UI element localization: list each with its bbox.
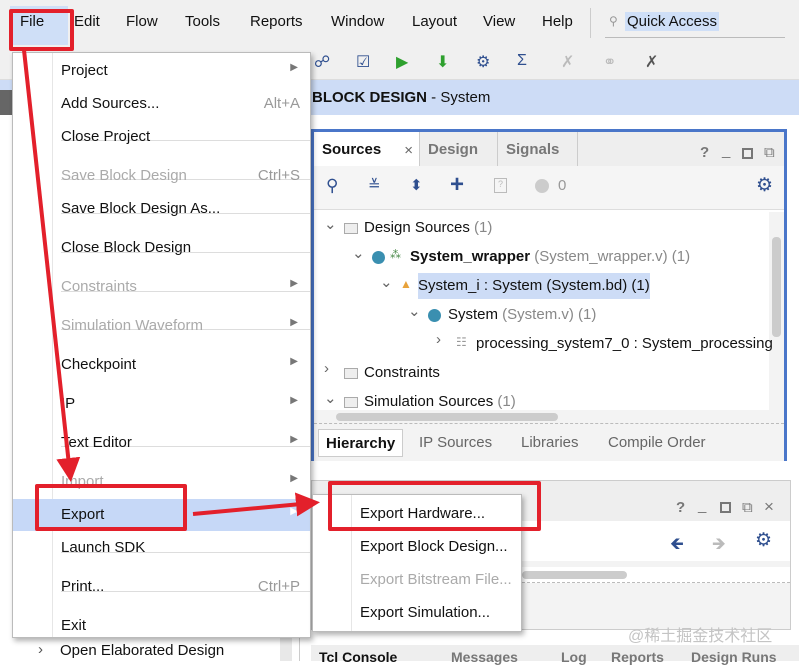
- run-icon[interactable]: ▶: [396, 52, 408, 72]
- checkbox-icon[interactable]: ☑: [356, 52, 370, 72]
- binoculars-icon[interactable]: ☍: [314, 52, 330, 72]
- sigma-icon[interactable]: Σ: [517, 52, 527, 70]
- annotation-arrow: [22, 49, 81, 482]
- probe-icon[interactable]: ⚭: [603, 52, 616, 72]
- annotation-arrow: [192, 492, 320, 517]
- program-icon[interactable]: ⬇: [436, 52, 449, 72]
- debug-icon[interactable]: ✗: [561, 52, 574, 72]
- cross-tool-icon[interactable]: ✗: [645, 52, 658, 72]
- annotation-arrows: [22, 49, 320, 517]
- gear-icon[interactable]: ⚙: [476, 52, 490, 72]
